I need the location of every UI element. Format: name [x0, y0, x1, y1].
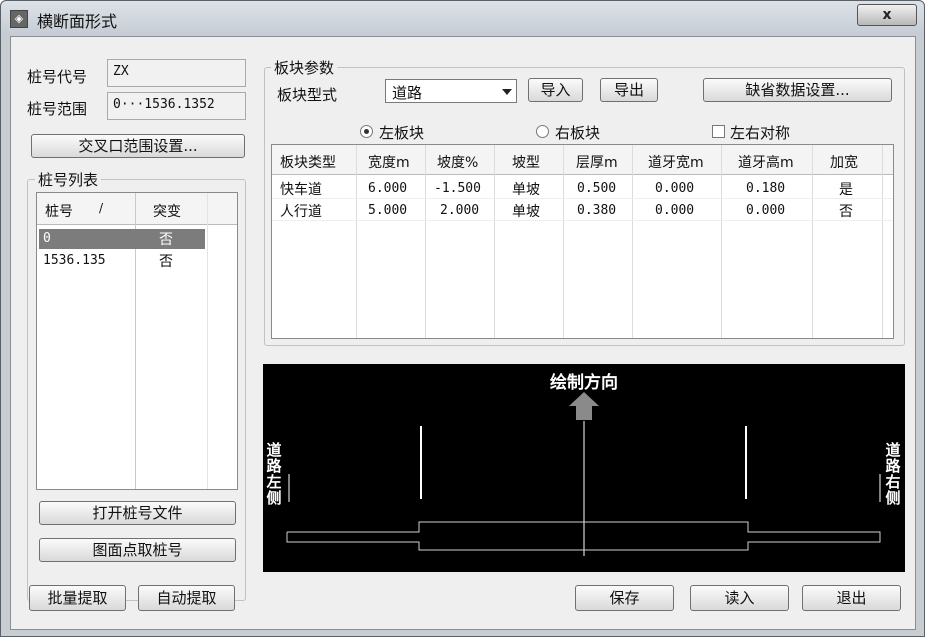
mutation-cell: 否	[159, 254, 173, 270]
open-station-file-button[interactable]: 打开桩号文件	[39, 501, 236, 525]
table-row[interactable]: 快车道 6.000 -1.500 单坡 0.500 0.000 0.180 是	[272, 177, 893, 199]
chevron-down-icon[interactable]	[502, 89, 512, 95]
slope-cell: -1.500	[434, 181, 481, 196]
grid-divider	[563, 145, 564, 338]
import-button[interactable]: 导入	[528, 78, 583, 102]
grid-divider	[207, 193, 208, 489]
default-data-settings-button[interactable]: 缺省数据设置...	[703, 78, 892, 102]
export-button[interactable]: 导出	[600, 78, 658, 102]
curb-width-cell: 0.000	[655, 203, 695, 218]
column-header-curb-height[interactable]: 道牙高m	[738, 152, 794, 172]
block-params-title: 板块参数	[271, 57, 338, 78]
title-bar[interactable]: ◈ 横断面形式 x	[1, 1, 924, 35]
batch-extract-button[interactable]: 批量提取	[29, 585, 126, 611]
dialog-client: 桩号代号 ZX 桩号范围 0···1536.1352 交叉口范围设置... 桩号…	[10, 36, 916, 630]
symmetric-checkbox[interactable]	[712, 125, 725, 138]
road-right-side-label: 道路右侧	[885, 441, 901, 507]
widening-cell: 是	[839, 182, 853, 198]
thickness-cell: 0.500	[577, 181, 617, 196]
close-button[interactable]: x	[857, 4, 917, 26]
column-header-mutation[interactable]: 突变	[153, 201, 181, 221]
app-icon: ◈	[10, 10, 28, 28]
dialog-window: ◈ 横断面形式 x 桩号代号 ZX 桩号范围 0···1536.1352 交叉口…	[0, 0, 925, 637]
grid-divider	[812, 145, 813, 338]
station-code-field[interactable]: ZX	[107, 59, 246, 87]
block-type-cell: 快车道	[280, 182, 322, 198]
station-range-field[interactable]: 0···1536.1352	[107, 92, 246, 120]
save-button[interactable]: 保存	[575, 585, 674, 611]
station-cell: 0	[43, 231, 51, 246]
grid-divider	[494, 145, 495, 338]
station-cell: 1536.135	[43, 253, 106, 268]
right-block-radio[interactable]	[536, 125, 549, 138]
table-row[interactable]: 人行道 5.000 2.000 单坡 0.380 0.000 0.000 否	[272, 199, 893, 221]
width-cell: 5.000	[368, 203, 408, 218]
left-block-radio[interactable]	[360, 125, 373, 138]
window-title: 横断面形式	[37, 12, 118, 31]
cross-section-drawing	[286, 392, 881, 556]
station-list-title: 桩号列表	[35, 169, 102, 190]
load-button[interactable]: 读入	[690, 585, 789, 611]
block-type-label: 板块型式	[277, 86, 338, 104]
table-row[interactable]: 1536.135 否	[39, 251, 205, 271]
symmetric-label[interactable]: 左右对称	[730, 122, 790, 143]
station-range-label: 桩号范围	[27, 100, 88, 118]
grid-divider	[721, 145, 722, 338]
up-arrow-icon	[569, 392, 599, 420]
right-block-label[interactable]: 右板块	[555, 122, 600, 143]
slope-type-cell: 单坡	[512, 182, 540, 198]
table-row-selected[interactable]: 0 否	[39, 229, 205, 249]
curb-height-cell: 0.180	[746, 181, 786, 196]
curb-width-cell: 0.000	[655, 181, 695, 196]
block-type-select[interactable]: 道路	[385, 79, 517, 103]
auto-extract-button[interactable]: 自动提取	[138, 585, 235, 611]
cross-section-preview[interactable]: 绘制方向 道路左侧 道路右侧	[263, 364, 905, 572]
pick-station-button[interactable]: 图面点取桩号	[39, 538, 236, 562]
grid-divider	[356, 145, 357, 338]
station-list-grid[interactable]: 桩号 / 突变 0 否 1536.135 否	[36, 192, 238, 490]
widening-cell: 否	[839, 204, 853, 220]
slope-type-cell: 单坡	[512, 204, 540, 220]
slope-cell: 2.000	[440, 203, 480, 218]
sort-icon: /	[99, 201, 104, 215]
road-left-side-label: 道路左侧	[266, 441, 282, 507]
mutation-cell: 否	[159, 232, 173, 248]
block-type-value: 道路	[392, 84, 423, 102]
column-header-block-type[interactable]: 板块类型	[280, 152, 336, 172]
grid-divider	[882, 145, 883, 338]
intersection-range-button[interactable]: 交叉口范围设置...	[31, 134, 245, 158]
column-header-slope[interactable]: 坡度%	[437, 152, 478, 172]
thickness-cell: 0.380	[577, 203, 617, 218]
column-header-station[interactable]: 桩号	[45, 201, 73, 221]
column-header-slope-type[interactable]: 坡型	[512, 152, 540, 172]
left-block-label[interactable]: 左板块	[379, 122, 424, 143]
curb-height-cell: 0.000	[746, 203, 786, 218]
column-header-curb-width[interactable]: 道牙宽m	[648, 152, 704, 172]
column-header-thickness[interactable]: 层厚m	[576, 152, 618, 172]
column-header-width[interactable]: 宽度m	[368, 152, 410, 172]
grid-divider	[425, 145, 426, 338]
station-code-label: 桩号代号	[27, 68, 88, 86]
grid-divider	[632, 145, 633, 338]
block-params-grid[interactable]: 板块类型 宽度m 坡度% 坡型 层厚m 道牙宽m 道牙高m 加宽 快车道 6.0…	[271, 144, 894, 339]
exit-button[interactable]: 退出	[802, 585, 901, 611]
width-cell: 6.000	[368, 181, 408, 196]
block-type-cell: 人行道	[280, 204, 322, 220]
column-header-widening[interactable]: 加宽	[830, 152, 858, 172]
